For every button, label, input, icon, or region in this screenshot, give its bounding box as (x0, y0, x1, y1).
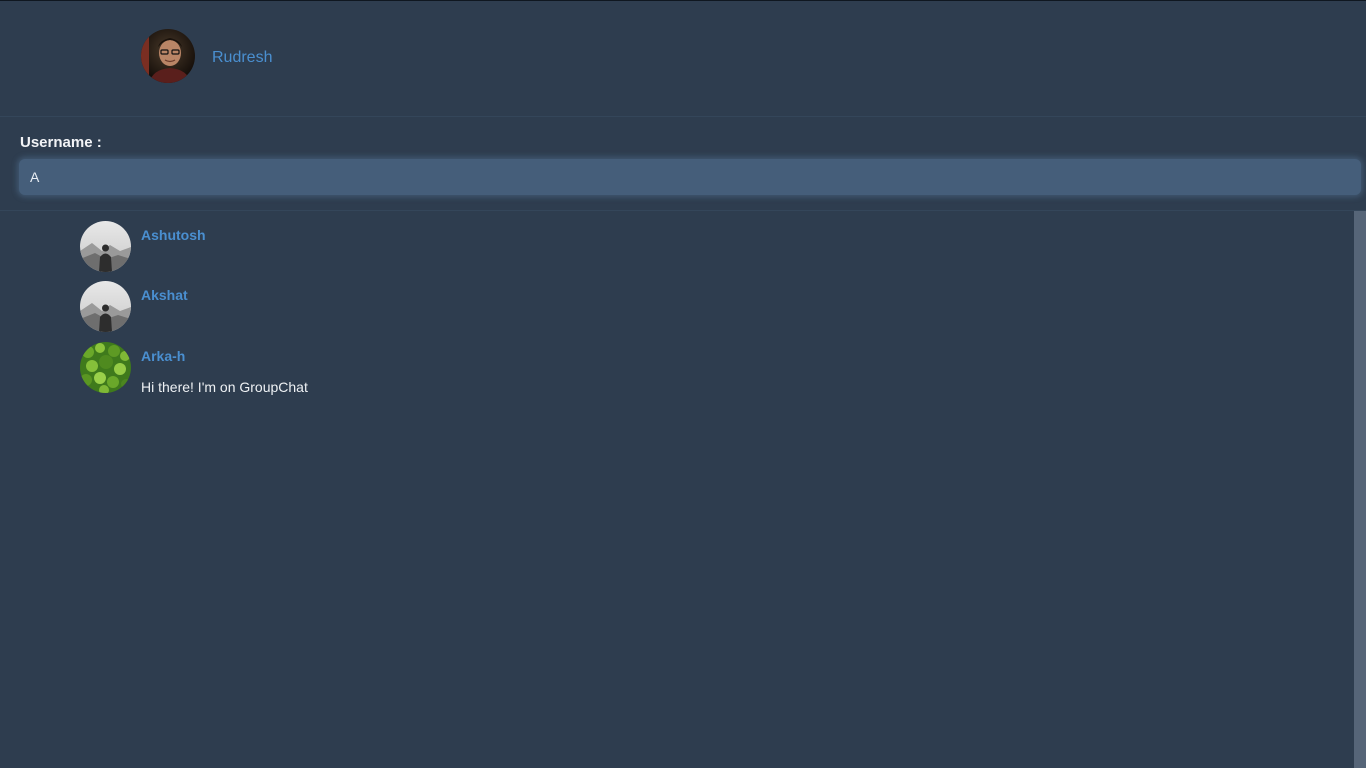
user-name[interactable]: Akshat (141, 287, 188, 303)
user-result-item[interactable]: Ashutosh (80, 221, 680, 273)
leaves-avatar-icon (80, 342, 131, 393)
user-result-item[interactable]: Akshat (80, 281, 680, 333)
user-avatar (80, 221, 131, 272)
user-name[interactable]: Ashutosh (141, 227, 206, 243)
results-scrollbar[interactable] (1354, 211, 1366, 768)
username-search-input[interactable] (19, 159, 1361, 195)
user-name[interactable]: Arka-h (141, 348, 185, 364)
user-search-results: Ashutosh Akshat Arka-h Hi there! I'm on … (0, 211, 1354, 768)
username-label: Username : (20, 134, 102, 151)
current-user-name[interactable]: Rudresh (212, 49, 272, 67)
user-avatar (80, 342, 131, 393)
profile-avatar[interactable] (141, 29, 195, 83)
user-status: Hi there! I'm on GroupChat (141, 379, 308, 395)
default-silhouette-avatar-icon (80, 221, 131, 272)
profile-header: Rudresh (0, 1, 1366, 117)
profile-photo-icon (141, 29, 195, 83)
user-result-item[interactable]: Arka-h Hi there! I'm on GroupChat (80, 342, 680, 395)
user-avatar (80, 281, 131, 332)
default-silhouette-avatar-icon (80, 281, 131, 332)
